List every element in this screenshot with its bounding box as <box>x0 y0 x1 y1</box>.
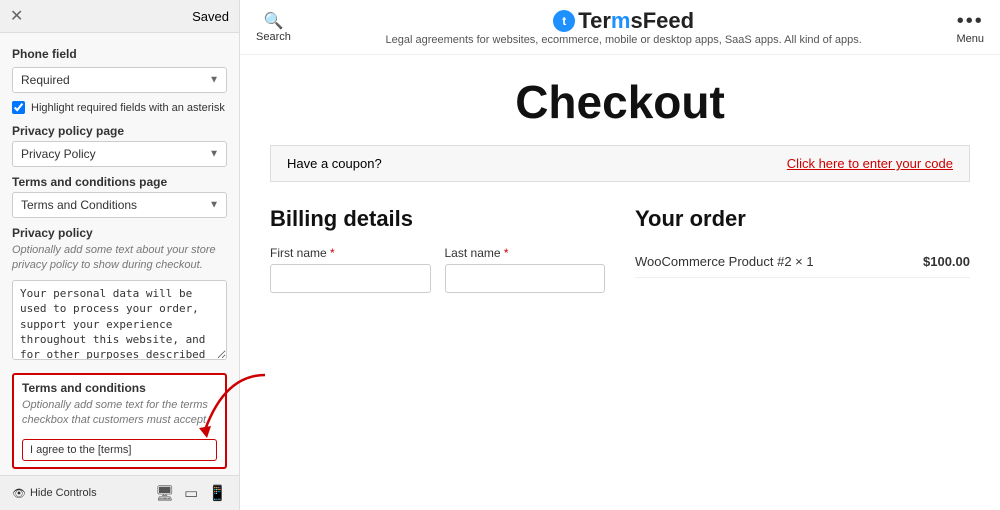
desktop-icon[interactable]: 🖥 <box>155 484 174 502</box>
termsfeed-logo: t TermsFeed <box>553 8 694 34</box>
hide-controls-button[interactable]: 👁 Hide Controls <box>12 487 97 500</box>
order-title: Your order <box>635 206 970 232</box>
device-icons-group: 🖥 ▭ 📱 <box>155 484 227 502</box>
phone-field-select[interactable]: Required Optional Hidden <box>12 67 227 93</box>
search-area[interactable]: 🔍 Search <box>256 11 291 43</box>
eye-icon: 👁 <box>12 487 26 500</box>
panel-content: Phone field Required Optional Hidden ▼ H… <box>0 33 239 475</box>
menu-area[interactable]: ••• Menu <box>956 10 984 45</box>
last-name-input[interactable] <box>445 264 606 293</box>
privacy-policy-select-wrapper: Privacy Policy ▼ <box>12 141 227 167</box>
order-item-row: WooCommerce Product #2 × 1 $100.00 <box>635 246 970 278</box>
order-product-name: WooCommerce Product #2 × 1 <box>635 254 814 269</box>
highlight-required-row: Highlight required fields with an asteri… <box>12 101 227 114</box>
panel-footer: 👁 Hide Controls 🖥 ▭ 📱 <box>0 475 239 510</box>
terms-conditions-section: Terms and conditions Optionally add some… <box>12 373 227 469</box>
mobile-icon[interactable]: 📱 <box>208 484 227 502</box>
termsfeed-brand-highlight: m <box>611 8 631 34</box>
privacy-policy-textarea[interactable]: Your personal data will be used to proce… <box>12 280 227 360</box>
highlight-required-checkbox[interactable] <box>12 101 25 114</box>
coupon-link[interactable]: Click here to enter your code <box>787 156 953 171</box>
last-name-field: Last name * <box>445 246 606 293</box>
termsfeed-icon: t <box>553 10 575 32</box>
terms-page-select-wrapper: Terms and Conditions ▼ <box>12 192 227 218</box>
order-price: $100.00 <box>923 254 970 269</box>
terms-input[interactable] <box>22 439 217 461</box>
privacy-policy-select[interactable]: Privacy Policy <box>12 141 227 167</box>
tf-icon-letter: t <box>562 14 566 28</box>
last-name-label: Last name * <box>445 246 606 260</box>
privacy-policy-desc: Optionally add some text about your stor… <box>12 243 227 274</box>
coupon-bar: Have a coupon? Click here to enter your … <box>270 145 970 182</box>
hide-controls-label: Hide Controls <box>30 487 97 499</box>
privacy-policy-page-label: Privacy policy page <box>12 124 227 138</box>
search-label: Search <box>256 31 291 43</box>
last-name-required: * <box>504 246 509 260</box>
checkout-title: Checkout <box>270 75 970 129</box>
termsfeed-brand-text: Ter <box>578 8 611 34</box>
tablet-icon[interactable]: ▭ <box>184 484 198 502</box>
panel-header: ✕ Saved <box>0 0 239 33</box>
termsfeed-branding: t TermsFeed Legal agreements for website… <box>303 8 945 46</box>
search-icon: 🔍 <box>263 11 283 31</box>
close-icon[interactable]: ✕ <box>10 6 23 26</box>
terms-page-select[interactable]: Terms and Conditions <box>12 192 227 218</box>
settings-panel: ✕ Saved Phone field Required Optional Hi… <box>0 0 240 510</box>
coupon-text: Have a coupon? <box>287 156 382 171</box>
menu-label: Menu <box>956 33 984 45</box>
name-fields-row: First name * Last name * <box>270 246 605 293</box>
terms-page-label: Terms and conditions page <box>12 175 227 189</box>
termsfeed-brand-text2: sFeed <box>630 8 694 34</box>
menu-dots-icon: ••• <box>957 10 984 33</box>
checkout-content: Checkout Have a coupon? Click here to en… <box>240 55 1000 510</box>
billing-column: Billing details First name * Last name * <box>270 206 605 293</box>
termsfeed-header: 🔍 Search t TermsFeed Legal agreements fo… <box>240 0 1000 55</box>
phone-field-select-wrapper: Required Optional Hidden ▼ <box>12 67 227 93</box>
terms-section-title: Terms and conditions <box>22 381 217 395</box>
first-name-field: First name * <box>270 246 431 293</box>
first-name-input[interactable] <box>270 264 431 293</box>
checkout-columns: Billing details First name * Last name * <box>270 206 970 293</box>
termsfeed-tagline: Legal agreements for websites, ecommerce… <box>386 34 862 46</box>
first-name-label: First name * <box>270 246 431 260</box>
first-name-required: * <box>330 246 335 260</box>
order-column: Your order WooCommerce Product #2 × 1 $1… <box>635 206 970 293</box>
main-content-panel: 🔍 Search t TermsFeed Legal agreements fo… <box>240 0 1000 510</box>
phone-field-label: Phone field <box>12 47 227 61</box>
privacy-policy-section-title: Privacy policy <box>12 226 227 240</box>
saved-label: Saved <box>192 9 229 24</box>
terms-section-desc: Optionally add some text for the terms c… <box>22 398 217 429</box>
billing-title: Billing details <box>270 206 605 232</box>
highlight-required-label: Highlight required fields with an asteri… <box>31 102 225 114</box>
